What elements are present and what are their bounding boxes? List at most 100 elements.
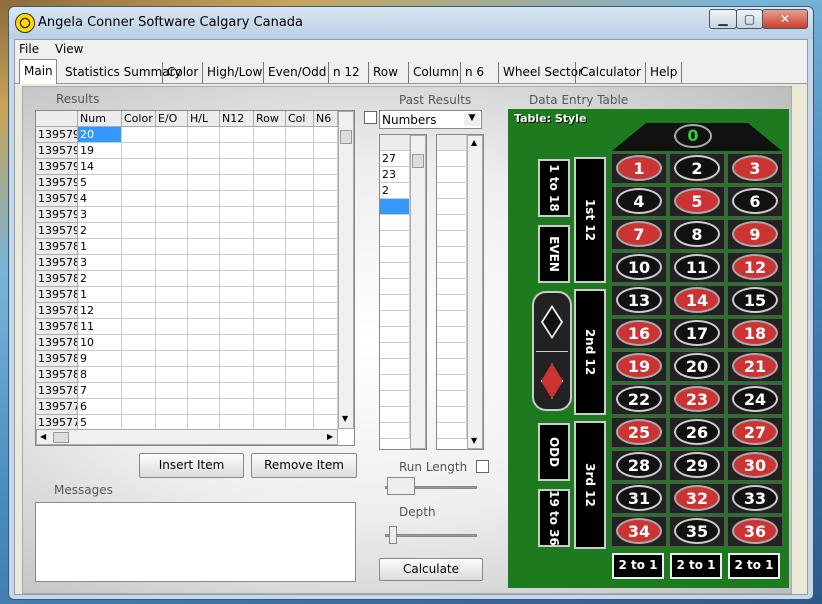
- past-result-item[interactable]: [380, 359, 410, 375]
- past-result-item[interactable]: [437, 311, 467, 327]
- number-23[interactable]: 23: [674, 386, 720, 412]
- results-cell[interactable]: [188, 223, 220, 239]
- results-cell[interactable]: [188, 143, 220, 159]
- past-result-item[interactable]: [437, 199, 467, 215]
- results-cell[interactable]: [286, 367, 314, 383]
- results-cell[interactable]: [156, 351, 188, 367]
- tab-color[interactable]: Color: [163, 62, 203, 83]
- results-cell[interactable]: [314, 367, 338, 383]
- results-cell[interactable]: [220, 127, 254, 143]
- past-result-item[interactable]: [380, 423, 410, 439]
- depth-slider[interactable]: [379, 523, 483, 547]
- scroll-up-icon[interactable]: ▲: [471, 138, 477, 147]
- tab-column[interactable]: Column: [409, 62, 461, 83]
- number-16[interactable]: 16: [616, 320, 662, 346]
- results-cell[interactable]: [156, 287, 188, 303]
- number-13[interactable]: 13: [616, 287, 662, 313]
- results-cell[interactable]: [188, 175, 220, 191]
- results-cell[interactable]: [314, 239, 338, 255]
- number-26[interactable]: 26: [674, 419, 720, 445]
- results-cell[interactable]: 14: [78, 159, 122, 175]
- past-result-item[interactable]: [437, 279, 467, 295]
- results-cell[interactable]: [220, 255, 254, 271]
- results-cell[interactable]: [156, 367, 188, 383]
- results-cell[interactable]: [156, 127, 188, 143]
- number-9[interactable]: 9: [732, 221, 778, 247]
- scroll-thumb[interactable]: [412, 154, 424, 168]
- maximize-button[interactable]: ▢: [736, 9, 763, 29]
- menu-file[interactable]: File: [19, 42, 39, 56]
- number-35[interactable]: 35: [674, 518, 720, 544]
- tab-main[interactable]: Main: [19, 59, 57, 84]
- results-cell[interactable]: [286, 207, 314, 223]
- results-cell[interactable]: [314, 399, 338, 415]
- results-column-header[interactable]: E/O: [156, 111, 188, 127]
- bet-odd[interactable]: ODD: [538, 423, 570, 481]
- results-cell[interactable]: [286, 255, 314, 271]
- results-cell[interactable]: [286, 335, 314, 351]
- results-cell[interactable]: [156, 271, 188, 287]
- results-cell[interactable]: [188, 335, 220, 351]
- number-30[interactable]: 30: [732, 452, 778, 478]
- slider-thumb[interactable]: [387, 477, 415, 495]
- results-cell[interactable]: [122, 335, 156, 351]
- results-cell[interactable]: 11: [78, 319, 122, 335]
- scroll-down-icon[interactable]: ▼: [471, 436, 477, 445]
- results-cell[interactable]: [254, 383, 286, 399]
- results-cell[interactable]: [188, 255, 220, 271]
- results-cell[interactable]: [286, 303, 314, 319]
- number-6[interactable]: 6: [732, 188, 778, 214]
- results-cell[interactable]: 4: [78, 191, 122, 207]
- past-result-item[interactable]: 23: [380, 167, 410, 183]
- results-cell[interactable]: [254, 239, 286, 255]
- results-cell[interactable]: [314, 207, 338, 223]
- results-cell[interactable]: [156, 383, 188, 399]
- past-result-item[interactable]: [437, 359, 467, 375]
- results-cell[interactable]: [220, 271, 254, 287]
- results-row-id[interactable]: 139577: [36, 399, 78, 415]
- results-cell[interactable]: [220, 367, 254, 383]
- results-cell[interactable]: [220, 319, 254, 335]
- results-cell[interactable]: [314, 223, 338, 239]
- results-row-id[interactable]: 139578: [36, 319, 78, 335]
- past-result-item[interactable]: [437, 231, 467, 247]
- past-result-item[interactable]: [380, 311, 410, 327]
- scroll-thumb[interactable]: [340, 130, 352, 144]
- results-cell[interactable]: [122, 271, 156, 287]
- number-25[interactable]: 25: [616, 419, 662, 445]
- results-cell[interactable]: [220, 239, 254, 255]
- bet-1st-12[interactable]: 1st 12: [574, 157, 606, 283]
- number-36[interactable]: 36: [732, 518, 778, 544]
- past-result-item[interactable]: [437, 135, 467, 151]
- results-cell[interactable]: [254, 175, 286, 191]
- results-cell[interactable]: [254, 223, 286, 239]
- results-cell[interactable]: [188, 239, 220, 255]
- results-cell[interactable]: [122, 255, 156, 271]
- results-row-id[interactable]: 139579: [36, 175, 78, 191]
- results-cell[interactable]: [254, 191, 286, 207]
- results-cell[interactable]: [254, 351, 286, 367]
- results-column-header[interactable]: Color: [122, 111, 156, 127]
- results-cell[interactable]: [286, 143, 314, 159]
- scroll-right-icon[interactable]: ▶: [327, 432, 333, 441]
- past-result-item[interactable]: [380, 135, 410, 151]
- bet-column-1[interactable]: 2 to 1: [612, 553, 664, 579]
- tab-wheel-sector[interactable]: Wheel Sector: [499, 62, 583, 83]
- results-cell[interactable]: [254, 399, 286, 415]
- bet-column-3[interactable]: 2 to 1: [728, 553, 780, 579]
- number-7[interactable]: 7: [616, 221, 662, 247]
- results-cell[interactable]: [122, 159, 156, 175]
- past-result-item[interactable]: [437, 391, 467, 407]
- results-cell[interactable]: [254, 271, 286, 287]
- hscroll-thumb[interactable]: [53, 432, 69, 443]
- number-20[interactable]: 20: [674, 353, 720, 379]
- results-cell[interactable]: [188, 367, 220, 383]
- results-cell[interactable]: [122, 239, 156, 255]
- past-results-checkbox[interactable]: [364, 111, 377, 124]
- results-cell[interactable]: 1: [78, 287, 122, 303]
- results-cell[interactable]: [156, 255, 188, 271]
- past-result-item[interactable]: [380, 247, 410, 263]
- past-result-item[interactable]: [380, 327, 410, 343]
- results-cell[interactable]: [122, 303, 156, 319]
- past-result-item[interactable]: [437, 183, 467, 199]
